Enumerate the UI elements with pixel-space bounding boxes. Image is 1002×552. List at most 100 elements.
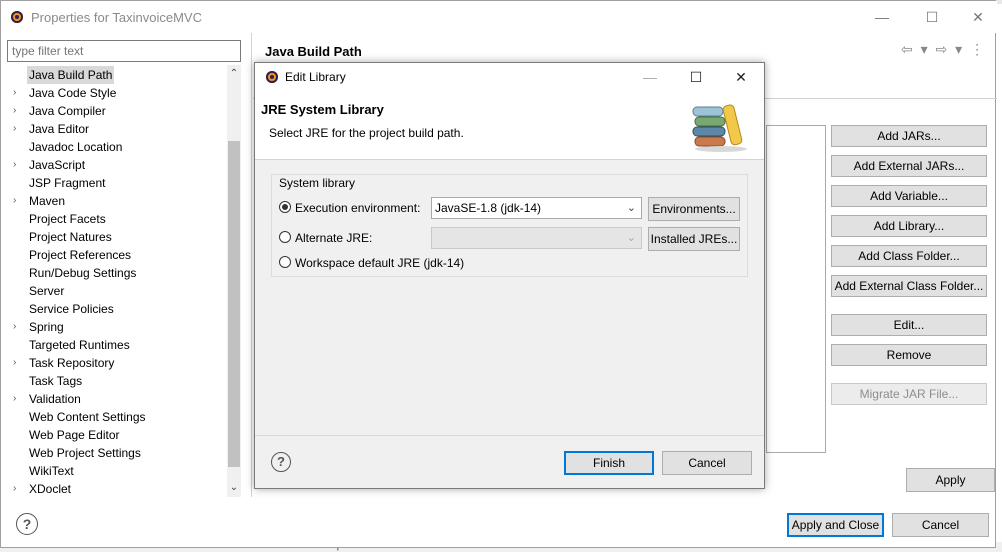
tree-item[interactable]: › Task Repository bbox=[7, 354, 227, 372]
maximize-button[interactable]: ☐ bbox=[909, 5, 955, 29]
tree-item-label: Task Tags bbox=[29, 374, 83, 388]
chevron-right-icon[interactable]: › bbox=[13, 318, 23, 336]
side-button-remove[interactable]: Remove bbox=[831, 344, 987, 366]
finish-button[interactable]: Finish bbox=[564, 451, 654, 475]
tree-item[interactable]: › Java Code Style bbox=[7, 84, 227, 102]
help-icon[interactable]: ? bbox=[16, 513, 38, 535]
tree-item-label: XDoclet bbox=[29, 482, 72, 496]
build-path-list[interactable] bbox=[766, 125, 826, 453]
chevron-down-icon: ⌄ bbox=[626, 202, 636, 214]
window-title: Properties for TaxinvoiceMVC bbox=[31, 10, 202, 25]
filter-input[interactable] bbox=[7, 40, 241, 62]
tree-item[interactable]: Project Natures bbox=[7, 228, 227, 246]
tree-item-label: Java Compiler bbox=[29, 104, 106, 118]
tree-item[interactable]: › Validation bbox=[7, 390, 227, 408]
radio-unchecked-icon[interactable] bbox=[279, 256, 291, 268]
tree-scrollbar-thumb[interactable] bbox=[228, 141, 240, 467]
radio-unchecked-icon[interactable] bbox=[279, 231, 291, 243]
execution-environment-select[interactable]: JavaSE-1.8 (jdk-14) ⌄ bbox=[431, 197, 642, 219]
tree-item[interactable]: Targeted Runtimes bbox=[7, 336, 227, 354]
cancel-button[interactable]: Cancel bbox=[892, 513, 989, 537]
tree-item[interactable]: › Maven bbox=[7, 192, 227, 210]
tree-item[interactable]: Web Page Editor bbox=[7, 426, 227, 444]
nav-arrows-icon[interactable]: ⇦ ▾ ⇨ ▾ ⋮ bbox=[901, 41, 986, 58]
tree-item-label: WikiText bbox=[29, 464, 74, 478]
apply-and-close-button[interactable]: Apply and Close bbox=[787, 513, 884, 537]
tree-item-label: JavaScript bbox=[29, 158, 86, 172]
page-title: Java Build Path bbox=[265, 44, 362, 59]
tree-item-label: Run/Debug Settings bbox=[29, 266, 137, 280]
tree-item[interactable]: › Java Editor bbox=[7, 120, 227, 138]
chevron-right-icon[interactable]: › bbox=[13, 120, 23, 138]
tree-item[interactable]: JSP Fragment bbox=[7, 174, 227, 192]
panel-divider[interactable] bbox=[251, 33, 252, 497]
chevron-down-icon: ⌄ bbox=[626, 232, 636, 244]
side-button-add-external-jars[interactable]: Add External JARs... bbox=[831, 155, 987, 177]
tree-item[interactable]: Web Project Settings bbox=[7, 444, 227, 462]
radio-checked-icon[interactable] bbox=[279, 201, 291, 213]
tree-item[interactable]: WikiText bbox=[7, 462, 227, 480]
chevron-right-icon[interactable]: › bbox=[13, 354, 23, 372]
tree-item[interactable]: › Java Compiler bbox=[7, 102, 227, 120]
system-library-label: System library bbox=[277, 176, 358, 190]
tree-item[interactable]: Project References bbox=[7, 246, 227, 264]
help-icon[interactable]: ? bbox=[271, 452, 291, 472]
apply-button[interactable]: Apply bbox=[906, 468, 995, 492]
edit-library-dialog: Edit Library — ☐ ✕ JRE System Library Se… bbox=[254, 62, 765, 489]
installed-jres-button[interactable]: Installed JREs... bbox=[648, 227, 740, 251]
tree-item[interactable]: Server bbox=[7, 282, 227, 300]
alternate-jre-select[interactable]: ⌄ bbox=[431, 227, 642, 249]
tree-item-label: Project Natures bbox=[29, 230, 112, 244]
environments-button[interactable]: Environments... bbox=[648, 197, 740, 221]
tree-item[interactable]: › Spring bbox=[7, 318, 227, 336]
tree-item-label: Web Project Settings bbox=[29, 446, 141, 460]
side-button-edit[interactable]: Edit... bbox=[831, 314, 987, 336]
chevron-right-icon[interactable]: › bbox=[13, 480, 23, 497]
side-button-add-external-class-folder[interactable]: Add External Class Folder... bbox=[831, 275, 987, 297]
tree-item[interactable]: › XDoclet bbox=[7, 480, 227, 497]
chevron-right-icon[interactable]: › bbox=[13, 192, 23, 210]
dialog-minimize-button[interactable]: — bbox=[627, 65, 673, 89]
side-button-migrate-jar-file[interactable]: Migrate JAR File... bbox=[831, 383, 987, 405]
side-button-add-class-folder[interactable]: Add Class Folder... bbox=[831, 245, 987, 267]
tree-item[interactable]: Service Policies bbox=[7, 300, 227, 318]
tree-item[interactable]: Task Tags bbox=[7, 372, 227, 390]
side-button-add-library[interactable]: Add Library... bbox=[831, 215, 987, 237]
side-button-add-variable[interactable]: Add Variable... bbox=[831, 185, 987, 207]
tree-item-label: Maven bbox=[29, 194, 66, 208]
chevron-right-icon[interactable]: › bbox=[13, 156, 23, 174]
tree-item-label: Web Page Editor bbox=[29, 428, 120, 442]
tree-item-label: Web Content Settings bbox=[29, 410, 146, 424]
tree-item[interactable]: Web Content Settings bbox=[7, 408, 227, 426]
execution-environment-value: JavaSE-1.8 (jdk-14) bbox=[435, 201, 542, 215]
dialog-maximize-button[interactable]: ☐ bbox=[673, 65, 719, 89]
dialog-close-button[interactable]: ✕ bbox=[718, 65, 764, 89]
chevron-right-icon[interactable]: › bbox=[13, 102, 23, 120]
scroll-down-icon[interactable]: ⌄ bbox=[227, 481, 241, 495]
tree-item[interactable]: Run/Debug Settings bbox=[7, 264, 227, 282]
alternate-jre-label: Alternate JRE: bbox=[295, 231, 373, 245]
chevron-right-icon[interactable]: › bbox=[13, 390, 23, 408]
chevron-right-icon[interactable]: › bbox=[13, 84, 23, 102]
tree-item-label: Validation bbox=[29, 392, 81, 406]
scroll-up-icon[interactable]: ⌃ bbox=[227, 67, 241, 81]
tree-item-label: Project References bbox=[29, 248, 132, 262]
side-button-add-jars[interactable]: Add JARs... bbox=[831, 125, 987, 147]
workspace-default-label: Workspace default JRE (jdk-14) bbox=[295, 256, 465, 270]
tree-item-label: Service Policies bbox=[29, 302, 114, 316]
dialog-cancel-button[interactable]: Cancel bbox=[662, 451, 752, 475]
close-button[interactable]: ✕ bbox=[955, 5, 1001, 29]
dialog-button-divider bbox=[255, 435, 764, 436]
dialog-titlebar[interactable]: Edit Library — ☐ ✕ bbox=[255, 63, 764, 91]
tree-item-label: Spring bbox=[29, 320, 64, 334]
minimize-button[interactable]: — bbox=[859, 5, 905, 29]
properties-titlebar[interactable]: Properties for TaxinvoiceMVC — ☐ ✕ bbox=[1, 1, 997, 33]
dialog-header: JRE System Library Select JRE for the pr… bbox=[255, 91, 764, 160]
tree-item[interactable]: › JavaScript bbox=[7, 156, 227, 174]
tree-item[interactable]: Java Build Path bbox=[7, 66, 227, 84]
tree-item[interactable]: Project Facets bbox=[7, 210, 227, 228]
tree-item-label: Server bbox=[29, 284, 65, 298]
tree-item-label: Java Build Path bbox=[27, 66, 115, 84]
tree-item[interactable]: Javadoc Location bbox=[7, 138, 227, 156]
tree-item-label: Task Repository bbox=[29, 356, 115, 370]
